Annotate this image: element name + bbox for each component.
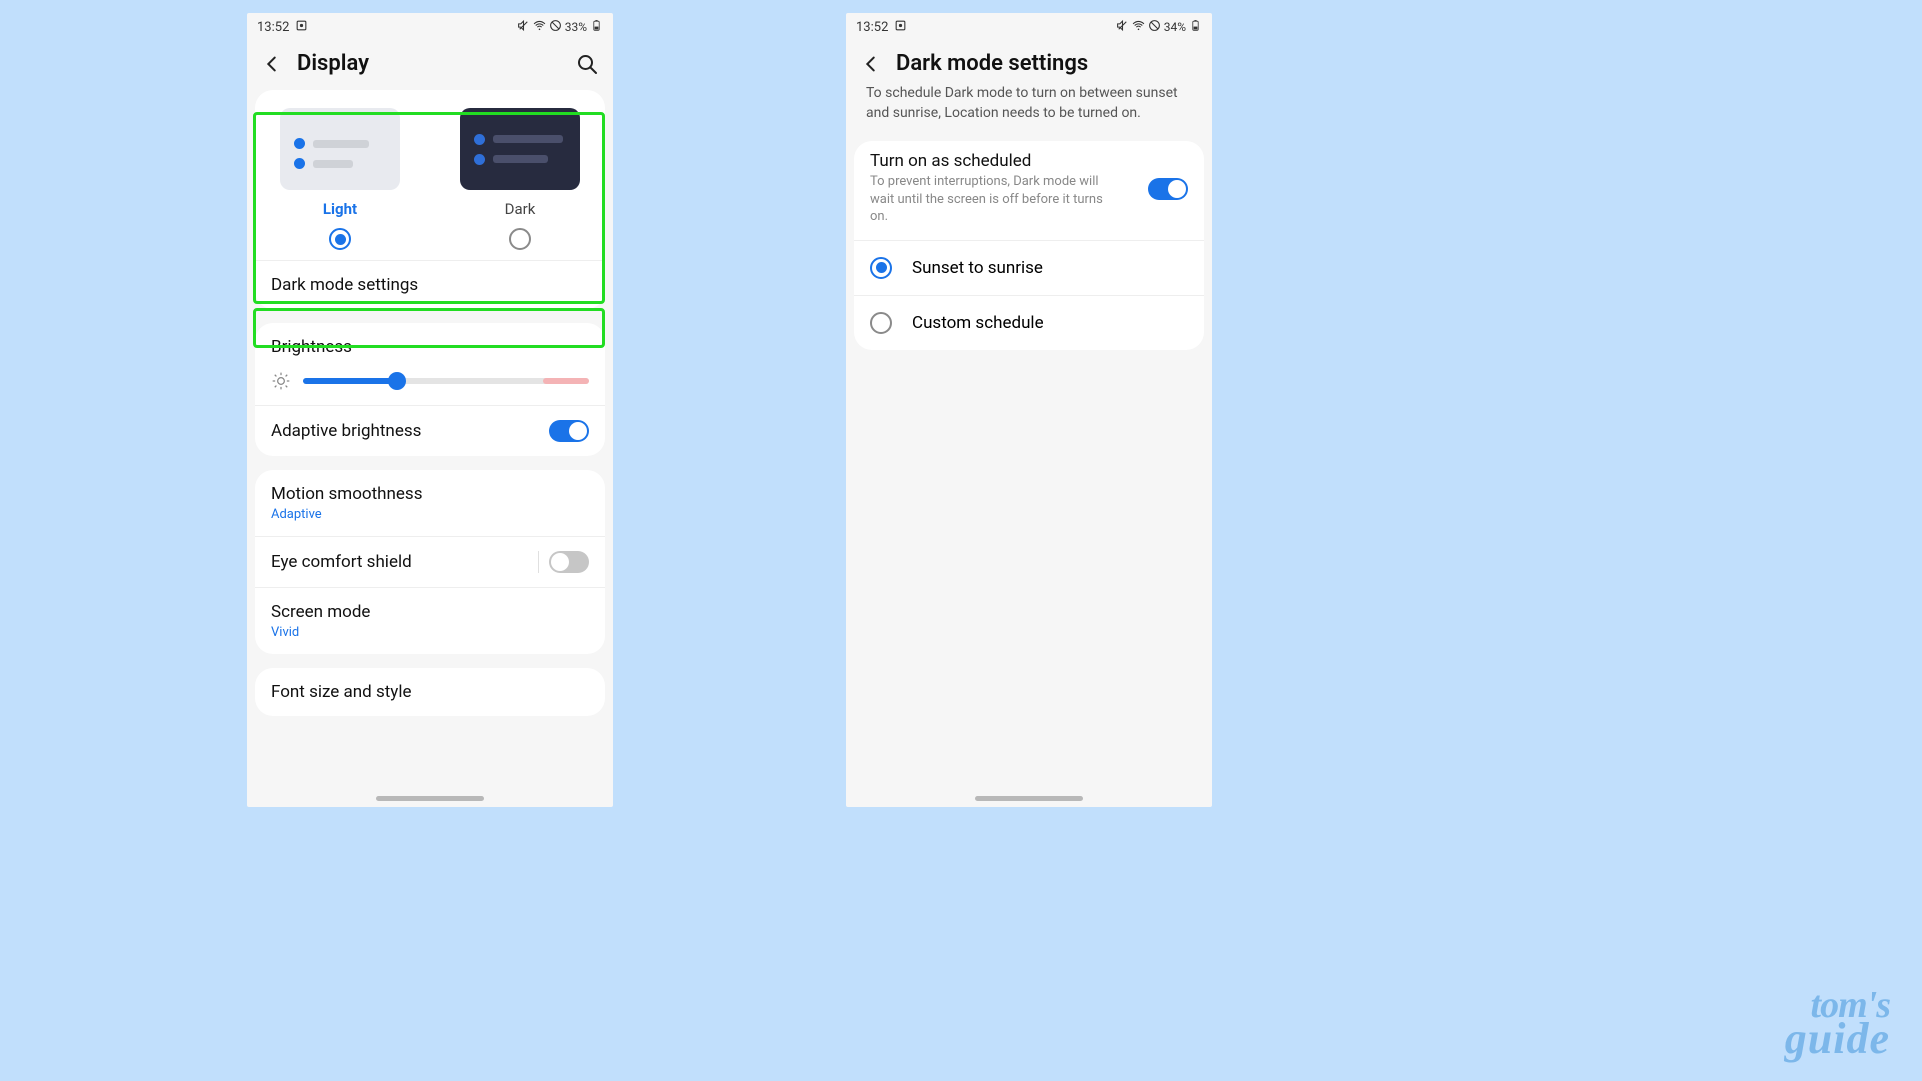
theme-panel: Light Dark Dark mode settings [255,90,605,309]
mute-icon [1116,19,1129,35]
phone-display-settings: 13:52 33% Display [247,13,613,807]
dark-mode-settings-row[interactable]: Dark mode settings [255,260,605,309]
radio-light[interactable] [329,228,351,250]
brightness-slider[interactable] [303,378,589,384]
brightness-icon [271,371,291,391]
back-icon[interactable] [261,53,283,75]
divider [538,551,539,573]
adaptive-brightness-label: Adaptive brightness [271,421,421,441]
no-data-icon [1148,19,1161,35]
display-options-panel: Motion smoothness Adaptive Eye comfort s… [255,470,605,654]
screenshot-icon [295,19,308,36]
font-label: Font size and style [271,682,412,702]
eye-comfort-row[interactable]: Eye comfort shield [255,536,605,587]
option-custom-label: Custom schedule [912,313,1044,333]
motion-smoothness-row[interactable]: Motion smoothness Adaptive [255,470,605,536]
scheduled-toggle[interactable] [1148,178,1188,200]
status-time: 13:52 [257,20,289,35]
font-panel: Font size and style [255,668,605,716]
watermark-line2: guide [1785,1021,1890,1057]
eye-comfort-label: Eye comfort shield [271,552,412,572]
theme-dark-label: Dark [505,200,536,218]
eye-comfort-toggle[interactable] [549,551,589,573]
schedule-panel: Turn on as scheduled To prevent interrup… [854,141,1204,350]
battery-icon [590,19,603,35]
option-sunset-label: Sunset to sunrise [912,258,1043,278]
status-time: 13:52 [856,20,888,35]
status-bar: 13:52 34% [846,13,1212,41]
phone-dark-mode-settings: 13:52 34% Dark mode settings To schedule… [846,13,1212,807]
brightness-panel: Brightness Adaptive brightness [255,323,605,456]
dark-mode-settings-label: Dark mode settings [271,275,418,295]
dark-preview-icon [460,108,580,190]
page-title: Dark mode settings [896,51,1198,76]
screen-mode-value: Vivid [271,625,589,640]
schedule-info-text: To schedule Dark mode to turn on between… [846,84,1212,141]
page-header: Dark mode settings [846,41,1212,84]
radio-custom[interactable] [870,312,892,334]
status-bar: 13:52 33% [247,13,613,41]
page-header: Display [247,41,613,90]
back-icon[interactable] [860,53,882,75]
motion-smoothness-value: Adaptive [271,507,589,522]
battery-text: 34% [1164,20,1186,34]
brightness-label: Brightness [255,323,605,371]
slider-thumb[interactable] [388,372,406,390]
theme-option-dark[interactable]: Dark [455,108,585,250]
screen-mode-label: Screen mode [271,602,589,622]
page-title: Display [297,51,561,76]
adaptive-brightness-toggle[interactable] [549,420,589,442]
search-icon[interactable] [575,52,599,76]
battery-text: 33% [565,20,587,34]
theme-light-label: Light [323,200,357,218]
wifi-icon [1132,19,1145,35]
gesture-bar[interactable] [975,796,1083,801]
scheduled-desc: To prevent interruptions, Dark mode will… [870,173,1110,226]
mute-icon [517,19,530,35]
motion-smoothness-label: Motion smoothness [271,484,589,504]
theme-option-light[interactable]: Light [275,108,405,250]
no-data-icon [549,19,562,35]
gesture-bar[interactable] [376,796,484,801]
battery-icon [1189,19,1202,35]
radio-dark[interactable] [509,228,531,250]
screen-mode-row[interactable]: Screen mode Vivid [255,587,605,654]
wifi-icon [533,19,546,35]
adaptive-brightness-row[interactable]: Adaptive brightness [255,405,605,456]
font-size-style-row[interactable]: Font size and style [255,668,605,716]
watermark-logo: tom's guide [1785,990,1890,1057]
option-sunset-row[interactable]: Sunset to sunrise [854,240,1204,295]
screenshot-icon [894,19,907,36]
radio-sunset[interactable] [870,257,892,279]
light-preview-icon [280,108,400,190]
scheduled-title: Turn on as scheduled [870,151,1110,171]
option-custom-row[interactable]: Custom schedule [854,295,1204,350]
